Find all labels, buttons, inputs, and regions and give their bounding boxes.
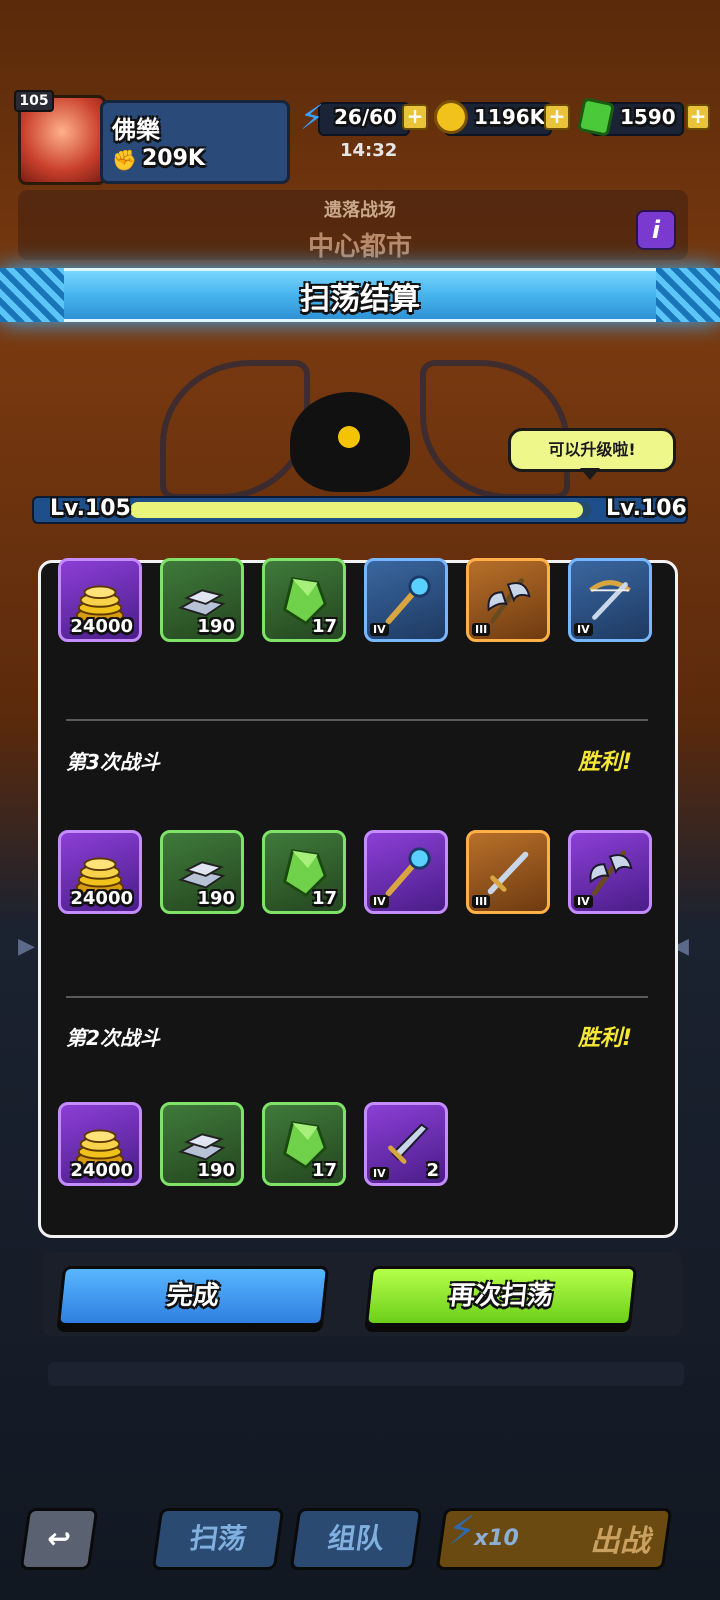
done-button[interactable]: 完成 [56,1266,330,1326]
battle-divider [66,996,648,998]
back-button[interactable]: ↩ [19,1508,99,1570]
item-quantity: 24000 [70,616,133,637]
reward-item-crossbow[interactable]: IV [568,558,652,642]
item-quantity: 24000 [70,888,133,909]
item-quantity: 190 [197,616,235,637]
lightning-icon: ⚡ [448,1508,477,1554]
level-bar-fill [130,502,583,518]
fight-label: 出战 [590,1524,650,1559]
reward-item-staff[interactable]: IV [364,558,448,642]
level-to: Lv.106 [606,496,687,521]
item-tier: IV [370,623,389,636]
sweep-again-button[interactable]: 再次扫荡 [364,1266,638,1326]
info-button[interactable]: i [636,210,676,250]
reward-item-axe[interactable]: IV [568,830,652,914]
add-gem-button[interactable]: + [686,104,710,130]
item-quantity: 17 [311,1160,337,1181]
item-tier: IV [574,623,593,636]
boss-wing-left [160,360,310,500]
level-up-tooltip: 可以升级啦! [508,428,676,472]
item-tier: IV [574,895,593,908]
item-quantity: 2 [426,1160,439,1181]
sword-icon [487,851,529,895]
item-tier: III [472,623,491,636]
reward-item-gem[interactable]: 17 [262,830,346,914]
player-level-badge: 105 [14,90,54,112]
battle-result: 胜利! [578,1026,633,1051]
gold-value: 1196K [474,105,546,129]
battle-divider [66,719,648,721]
item-quantity: 17 [311,888,337,909]
lightning-icon: ⚡ [300,98,324,138]
item-quantity: 190 [197,1160,235,1181]
sweep-button[interactable]: 扫荡 [151,1508,285,1570]
banner-title: 扫荡结算 [300,282,420,317]
item-quantity: 190 [197,888,235,909]
reward-item-sword[interactable]: III [466,830,550,914]
item-quantity: 24000 [70,1160,133,1181]
add-energy-button[interactable]: + [402,104,428,130]
battle-result: 胜利! [578,750,633,775]
staff-icon [385,847,431,897]
battle-label: 第2次战斗 [66,1026,160,1050]
staff-icon [385,575,431,625]
item-quantity: 17 [311,616,337,637]
item-tier: III [472,895,491,908]
reward-item-staff[interactable]: IV [364,830,448,914]
axe-icon [589,850,633,896]
level-from: Lv.105 [50,496,131,521]
reward-item-axe[interactable]: III [466,558,550,642]
item-tier: IV [370,895,389,908]
gem-value: 1590 [620,105,676,129]
player-power: 209K [142,146,205,171]
fist-icon: ✊ [112,148,137,172]
reward-item-gold[interactable]: 24000 [58,1102,142,1186]
stage-title: 中心都市 [307,232,412,262]
tooltip-tail [580,468,600,480]
team-button[interactable]: 组队 [289,1508,423,1570]
player-name: 佛樂 [112,116,160,144]
item-tier: IV [370,1167,389,1180]
energy-value: 26/60 [334,105,397,129]
reward-item-gold[interactable]: 24000 [58,558,142,642]
reward-item-gem[interactable]: 17 [262,1102,346,1186]
bg-arrow-left-icon: ▶ [18,934,35,959]
energy-timer: 14:32 [340,140,398,161]
reward-item-iron[interactable]: 190 [160,830,244,914]
crossbow-icon [589,580,631,620]
reward-item-gold[interactable]: 24000 [58,830,142,914]
reward-item-dagger[interactable]: IV 2 [364,1102,448,1186]
axe-icon [487,578,531,624]
reward-item-iron[interactable]: 190 [160,558,244,642]
add-gold-button[interactable]: + [544,104,570,130]
boss-eye [338,426,360,448]
gold-coin-icon [434,100,468,134]
fight-cost: x10 [474,1526,519,1551]
bg-footer-strip [48,1362,684,1386]
battle-label: 第3次战斗 [66,750,160,774]
back-arrow-icon: ↩ [45,1522,74,1555]
stage-subtitle: 遗落战场 [324,200,396,221]
reward-item-gem[interactable]: 17 [262,558,346,642]
reward-item-iron[interactable]: 190 [160,1102,244,1186]
